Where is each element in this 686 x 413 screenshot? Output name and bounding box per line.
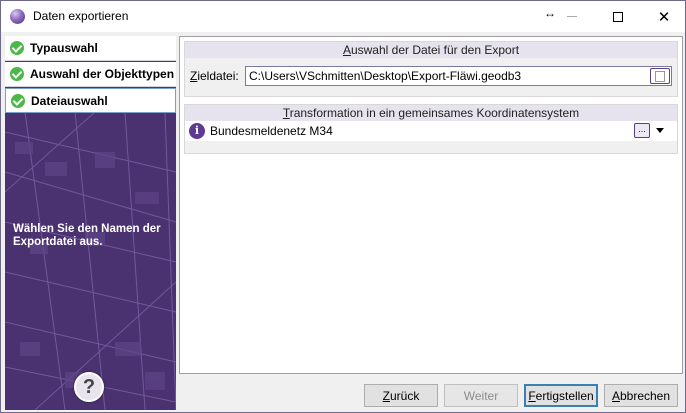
crs-transformation-group: Transformation in ein gemeinsames Koordi… <box>184 104 678 154</box>
step-label: Dateiauswahl <box>31 93 108 108</box>
cancel-button[interactable]: Abbrechen <box>604 384 678 407</box>
minimize-icon <box>567 16 577 17</box>
crs-group-header: Transformation in ein gemeinsames Koordi… <box>185 105 677 121</box>
help-button[interactable]: ? <box>74 372 104 402</box>
wizard-steps-panel: Typauswahl Auswahl der Objekttypen Datei… <box>5 36 176 410</box>
check-icon <box>10 41 24 55</box>
app-icon <box>10 9 25 24</box>
info-icon: i <box>189 123 205 139</box>
close-icon: ✕ <box>657 8 671 26</box>
check-icon <box>11 93 25 108</box>
chevron-down-icon[interactable] <box>656 128 664 133</box>
crs-select[interactable]: i Bundesmeldenetz M34 ... <box>185 121 677 141</box>
maximize-icon <box>613 11 623 22</box>
question-icon: ? <box>82 375 96 398</box>
title-bar: Daten exportieren ↔ ✕ <box>1 1 685 32</box>
target-file-value: C:\Users\VSchmitten\Desktop\Export-Fläwi… <box>249 69 522 83</box>
step-label: Auswahl der Objekttypen <box>30 67 175 81</box>
crs-selected-value: Bundesmeldenetz M34 <box>210 124 333 138</box>
content-panel: Auswahl der Datei für den Export Zieldat… <box>179 36 683 374</box>
step-objekttypen[interactable]: Auswahl der Objekttypen <box>5 62 176 87</box>
target-file-label: Zieldatei: <box>190 69 239 83</box>
step-typauswahl[interactable]: Typauswahl <box>5 36 176 61</box>
step-hint-text: Wählen Sie den Namen der Exportdatei aus… <box>13 223 161 248</box>
back-button[interactable]: Zurück <box>364 384 438 407</box>
file-group-header: Auswahl der Datei für den Export <box>185 42 677 58</box>
finish-button[interactable]: Fertigstellen <box>524 384 598 407</box>
step-dateiauswahl[interactable]: Dateiauswahl <box>5 88 176 113</box>
document-icon <box>655 71 665 82</box>
check-icon <box>10 67 24 81</box>
file-selection-group: Auswahl der Datei für den Export Zieldat… <box>184 41 678 97</box>
browse-file-button[interactable] <box>650 68 670 84</box>
close-button[interactable]: ✕ <box>641 1 686 32</box>
maximize-button[interactable] <box>595 1 641 32</box>
step-label: Typauswahl <box>30 41 98 55</box>
crs-more-button[interactable]: ... <box>634 123 650 138</box>
minimize-button[interactable] <box>549 1 595 32</box>
window-title: Daten exportieren <box>33 9 129 23</box>
next-button[interactable]: Weiter <box>444 384 518 407</box>
city-map-background <box>5 112 176 410</box>
export-dialog: Daten exportieren ↔ ✕ Typauswahl Auswahl… <box>0 0 686 413</box>
target-file-input[interactable]: C:\Users\VSchmitten\Desktop\Export-Fläwi… <box>245 66 672 86</box>
